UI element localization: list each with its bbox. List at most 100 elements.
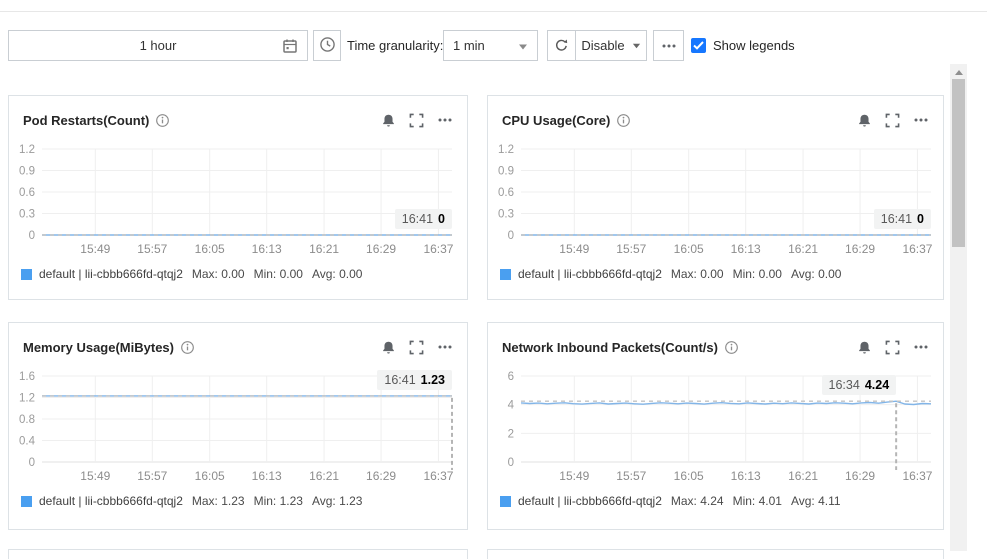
svg-text:0.8: 0.8 <box>19 414 35 426</box>
legend-series-name: default | lii-cbbb666fd-qtqj2 <box>39 494 183 508</box>
info-icon[interactable] <box>180 340 195 355</box>
alarm-bell-icon[interactable] <box>381 113 396 128</box>
panel-more-icon[interactable] <box>913 339 929 355</box>
alarm-bell-icon[interactable] <box>381 340 396 355</box>
info-icon[interactable] <box>616 113 631 128</box>
svg-text:16:37: 16:37 <box>902 242 932 256</box>
refresh-button[interactable] <box>548 31 576 60</box>
svg-text:16:29: 16:29 <box>845 469 875 483</box>
svg-text:6: 6 <box>508 371 514 383</box>
alarm-bell-icon[interactable] <box>857 113 872 128</box>
legend-max: Max: 0.00 <box>670 267 724 281</box>
svg-text:1.2: 1.2 <box>19 393 35 405</box>
svg-text:16:05: 16:05 <box>674 242 704 256</box>
svg-text:16:13: 16:13 <box>731 242 761 256</box>
info-icon[interactable] <box>724 340 739 355</box>
chart-canvas[interactable]: 0 0.3 0.6 0.9 1.2 15:49 15:57 16:05 16:13 16:21 16… <box>10 141 462 263</box>
panel-title: CPU Usage(Core) <box>502 112 611 128</box>
legend-min: Min: 4.01 <box>732 494 782 508</box>
fullscreen-icon[interactable] <box>409 340 424 355</box>
chart-pod-restarts[interactable]: 0 0.3 0.6 0.9 1.2 15:49 15:57 16:05 16:13 16:21 16… <box>10 141 462 263</box>
svg-text:15:49: 15:49 <box>559 242 589 256</box>
chart-tooltip: 16:34 4.24 <box>821 375 897 396</box>
legend-avg: Avg: 0.00 <box>311 267 363 281</box>
chart-network-inbound-packets[interactable]: 0 2 4 6 15:49 15:57 16:05 16:13 16:21 16:29 16:37 1… <box>489 368 941 490</box>
chart-cpu-usage[interactable]: 0 0.3 0.6 0.9 1.2 15:49 15:57 16:05 16:13 16:21 16… <box>489 141 941 263</box>
svg-text:0: 0 <box>29 230 35 242</box>
clock-icon <box>319 36 336 56</box>
legend-max: Max: 4.24 <box>670 494 724 508</box>
chart-tooltip: 16:41 0 <box>394 209 452 229</box>
legend-avg: Avg: 4.11 <box>790 494 841 508</box>
triangle-up-icon <box>954 69 963 75</box>
svg-text:15:57: 15:57 <box>616 242 646 256</box>
panel-title: Memory Usage(MiBytes) <box>23 339 174 355</box>
svg-text:16:29: 16:29 <box>366 242 396 256</box>
info-icon[interactable] <box>155 113 170 128</box>
panel-pod-restarts: Pod Restarts(Count) 0 0.3 0.6 0.9 1.2 15:49 15… <box>8 95 468 300</box>
fullscreen-icon[interactable] <box>409 113 424 128</box>
svg-text:16:37: 16:37 <box>423 469 453 483</box>
legend-item[interactable]: default | lii-cbbb666fd-qtqj2 Max: 1.23 … <box>21 494 467 508</box>
alarm-bell-icon[interactable] <box>857 340 872 355</box>
legend-max: Max: 0.00 <box>191 267 245 281</box>
svg-text:15:57: 15:57 <box>137 469 167 483</box>
svg-text:0.9: 0.9 <box>19 166 35 178</box>
calendar-icon[interactable] <box>282 38 298 57</box>
clock-button[interactable] <box>313 30 341 61</box>
svg-text:15:49: 15:49 <box>80 242 110 256</box>
svg-text:15:49: 15:49 <box>559 469 589 483</box>
time-range-value: 1 hour <box>139 38 177 53</box>
refresh-icon <box>556 39 568 51</box>
svg-text:16:21: 16:21 <box>309 469 339 483</box>
svg-text:16:29: 16:29 <box>366 469 396 483</box>
vertical-scrollbar[interactable] <box>950 64 967 551</box>
chevron-down-icon <box>518 38 528 53</box>
legend-item[interactable]: default | lii-cbbb666fd-qtqj2 Max: 0.00 … <box>500 267 943 281</box>
svg-text:4: 4 <box>508 400 515 412</box>
show-legends-label: Show legends <box>713 38 795 53</box>
legend-item[interactable]: default | lii-cbbb666fd-qtqj2 Max: 0.00 … <box>21 267 467 281</box>
fullscreen-icon[interactable] <box>885 340 900 355</box>
svg-text:2: 2 <box>508 428 514 440</box>
auto-refresh-dropdown[interactable]: Disable <box>576 38 646 53</box>
check-icon <box>693 41 704 50</box>
panel-more-icon[interactable] <box>437 339 453 355</box>
legend-series-name: default | lii-cbbb666fd-qtqj2 <box>39 267 183 281</box>
ellipsis-icon <box>662 44 675 47</box>
svg-text:1.6: 1.6 <box>19 371 35 383</box>
svg-text:16:05: 16:05 <box>195 242 225 256</box>
panel-cpu-usage: CPU Usage(Core) 0 0.3 0.6 0.9 1.2 15:49 15:57 1… <box>487 95 944 300</box>
legend-avg: Avg: 0.00 <box>790 267 842 281</box>
scrollbar-up-arrow[interactable] <box>950 64 967 80</box>
legend-color-swatch <box>500 495 511 507</box>
svg-text:16:05: 16:05 <box>195 469 225 483</box>
chart-memory-usage[interactable]: 0 0.4 0.8 1.2 1.6 15:49 15:57 16:05 16:13 16:21 16… <box>10 368 462 490</box>
granularity-value: 1 min <box>453 38 485 53</box>
svg-text:16:21: 16:21 <box>309 242 339 256</box>
toolbar-more-button[interactable] <box>653 30 684 61</box>
auto-refresh-group: Disable <box>547 30 647 61</box>
legend-min: Min: 0.00 <box>732 267 782 281</box>
svg-text:16:13: 16:13 <box>252 242 282 256</box>
svg-text:15:57: 15:57 <box>137 242 167 256</box>
legend-min: Min: 0.00 <box>253 267 303 281</box>
panel-more-icon[interactable] <box>437 112 453 128</box>
svg-text:0.3: 0.3 <box>19 209 35 221</box>
svg-text:0.3: 0.3 <box>498 209 514 221</box>
granularity-select[interactable]: 1 min <box>443 30 538 61</box>
svg-text:16:21: 16:21 <box>788 242 818 256</box>
show-legends-checkbox[interactable] <box>691 38 706 53</box>
scrollbar-thumb[interactable] <box>952 79 965 247</box>
svg-text:16:37: 16:37 <box>902 469 932 483</box>
legend-item[interactable]: default | lii-cbbb666fd-qtqj2 Max: 4.24 … <box>500 494 943 508</box>
svg-text:16:29: 16:29 <box>845 242 875 256</box>
show-legends-toggle: Show legends <box>691 30 795 61</box>
chart-tooltip: 16:41 0 <box>873 209 931 229</box>
panel-more-icon[interactable] <box>913 112 929 128</box>
legend-color-swatch <box>500 268 511 280</box>
svg-text:0.6: 0.6 <box>19 187 35 199</box>
fullscreen-icon[interactable] <box>885 113 900 128</box>
time-range-input[interactable]: 1 hour <box>8 30 308 61</box>
chart-canvas[interactable]: 0 0.3 0.6 0.9 1.2 15:49 15:57 16:05 16:13 16:21 16… <box>489 141 941 263</box>
